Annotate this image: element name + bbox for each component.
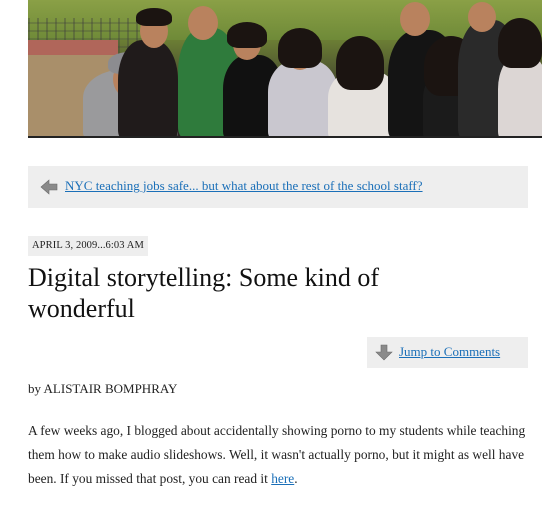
post-body: A few weeks ago, I blogged about acciden… <box>28 419 528 491</box>
jump-to-comments-link[interactable]: Jump to Comments <box>399 344 500 360</box>
post-byline: by ALISTAIR BOMPHRAY <box>28 381 178 396</box>
arrow-down-icon[interactable] <box>375 344 393 361</box>
jump-to-comments-box: Jump to Comments <box>367 337 528 368</box>
photo-face <box>188 6 218 40</box>
previous-post-link[interactable]: NYC teaching jobs safe... but what about… <box>65 178 423 194</box>
photo-person <box>118 40 178 136</box>
post-body-end: . <box>294 471 298 486</box>
photo-hair <box>278 28 322 68</box>
photo-hair <box>227 22 267 48</box>
body-here-link[interactable]: here <box>271 471 294 486</box>
header-photo <box>28 0 542 138</box>
post-title: Digital storytelling: Some kind of wonde… <box>28 263 379 323</box>
arrow-left-icon[interactable] <box>40 179 58 195</box>
previous-post-nav: NYC teaching jobs safe... but what about… <box>28 166 528 208</box>
post-date: APRIL 3, 2009...6:03 AM <box>28 236 148 256</box>
photo-hair <box>136 8 172 26</box>
photo-face <box>400 2 430 36</box>
photo-hair <box>498 18 542 68</box>
photo-hair <box>336 36 384 90</box>
photo-track <box>28 40 118 56</box>
photo-face <box>468 2 496 32</box>
